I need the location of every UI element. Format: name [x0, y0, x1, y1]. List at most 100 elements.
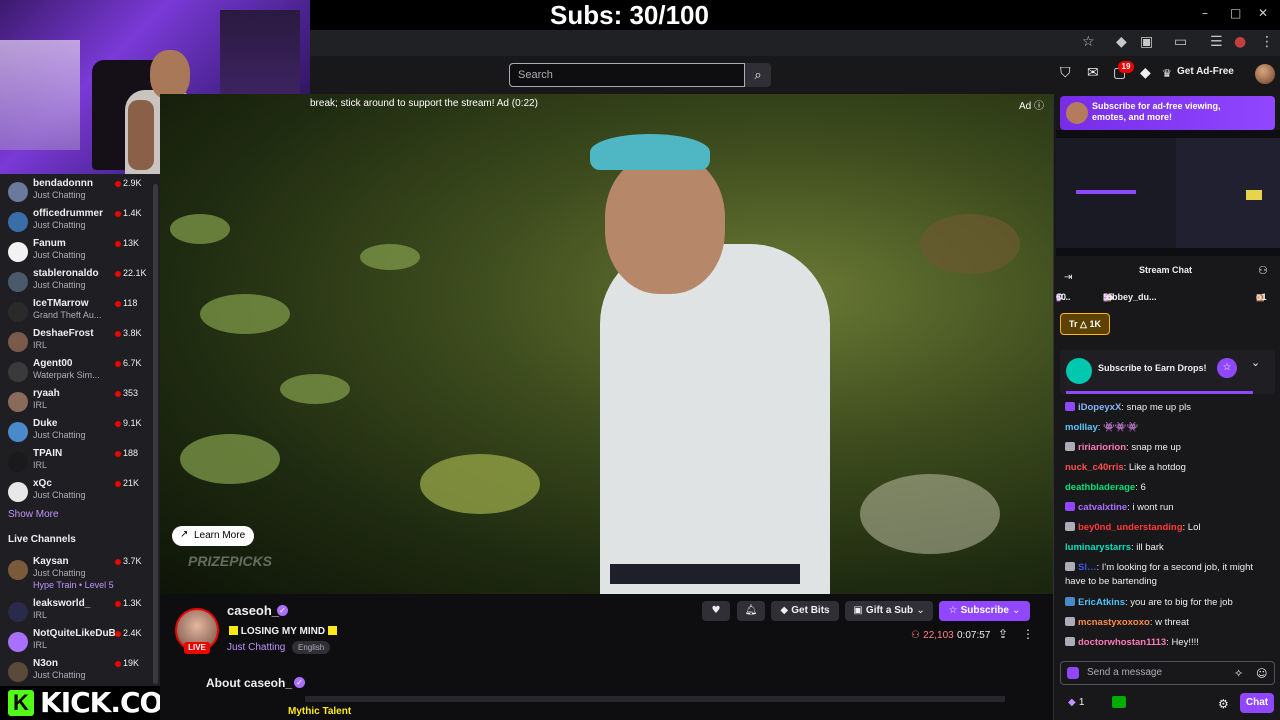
- drops-banner[interactable]: Subscribe to Earn Drops! ☆ ⌄: [1060, 350, 1275, 394]
- chat-username[interactable]: iDopeyxX: [1078, 402, 1121, 413]
- chat-message: luminarystarrs: ill bark: [1065, 541, 1275, 555]
- media-icon[interactable]: ▭: [1174, 34, 1187, 50]
- gift-sub-button[interactable]: ▣ Gift a Sub ⌄: [845, 601, 933, 621]
- bits-icon[interactable]: [1067, 667, 1079, 679]
- kick-logo: K: [8, 690, 34, 716]
- learn-more-button[interactable]: ↗ Learn More: [172, 526, 254, 546]
- gift-icon[interactable]: [1112, 696, 1126, 708]
- emote-picker-icon[interactable]: ✧: [1234, 667, 1243, 680]
- chat-text: : snap me up: [1126, 442, 1181, 453]
- star-icon[interactable]: ☆: [1217, 358, 1237, 378]
- chat-message: molllay: 👾👾👾: [1065, 421, 1275, 435]
- live-dot: [115, 481, 121, 487]
- chat-username[interactable]: bey0nd_understanding: [1078, 522, 1183, 533]
- extension-icon[interactable]: ◆: [1116, 34, 1127, 50]
- subscribe-button[interactable]: ☆ Subscribe ⌄: [939, 601, 1030, 621]
- live-channel[interactable]: NotQuiteLikeDuB IRL 2.4K: [6, 628, 146, 658]
- collapse-chat-icon[interactable]: ⇥: [1064, 272, 1072, 283]
- get-ad-free-button[interactable]: Get Ad-Free: [1177, 66, 1234, 77]
- chevron-down-icon: ⌄: [913, 605, 925, 616]
- channel-avatar: [8, 212, 28, 232]
- prime-icon[interactable]: ⛉: [1060, 65, 1071, 81]
- share-icon[interactable]: ⇪: [998, 627, 1008, 641]
- notification-bell-button[interactable]: 🔔︎: [737, 601, 765, 621]
- chat-username[interactable]: ririariorion: [1078, 442, 1126, 453]
- reading-list-icon[interactable]: ☰: [1210, 34, 1223, 50]
- sidebar-channel[interactable]: stableronaldo Just Chatting 22.1K: [6, 268, 147, 298]
- inbox-icon[interactable]: ✉: [1087, 65, 1099, 81]
- live-channel[interactable]: N3on Just Chatting 19K: [6, 658, 146, 688]
- chat-text: : 6: [1135, 482, 1146, 493]
- user-badge-icon: [1065, 402, 1075, 411]
- chat-username[interactable]: nuck_c40rris: [1065, 462, 1124, 473]
- live-channel[interactable]: Kaysan Just Chatting Hype Train • Level 5 3…: [6, 556, 146, 590]
- search-button[interactable]: ⌕: [745, 63, 771, 87]
- live-dot: [115, 601, 121, 607]
- maximize-button[interactable]: □: [1230, 6, 1241, 20]
- channel-category: IRL: [33, 340, 48, 350]
- sidebar-channel[interactable]: Agent00 Waterpark Sim... 6.7K: [6, 358, 146, 388]
- sidebar-channel[interactable]: TPAIN IRL 188: [6, 448, 146, 478]
- viewer-count: 2.9K: [123, 178, 142, 188]
- sponsor-logo: PRIZEPICKS: [188, 553, 273, 569]
- viewer-count: 1.4K: [123, 208, 142, 218]
- show-more-link[interactable]: Show More: [8, 509, 59, 520]
- get-bits-button[interactable]: ◆ Get Bits: [771, 601, 839, 621]
- search-input[interactable]: Search: [509, 63, 745, 87]
- points-value: 1: [1078, 697, 1085, 708]
- chat-username[interactable]: mcnastyxoxoxo: [1078, 617, 1150, 628]
- live-channel[interactable]: leaksworld_ IRL 1.3K: [6, 598, 146, 628]
- live-channels-heading: Live Channels: [8, 534, 76, 545]
- chat-username[interactable]: molllay: [1065, 422, 1098, 433]
- gear-icon[interactable]: ⚙: [1218, 697, 1229, 711]
- chat-username[interactable]: luminarystarrs: [1065, 542, 1131, 553]
- smiley-icon[interactable]: ☺: [1256, 667, 1267, 680]
- video-player[interactable]: [160, 94, 1053, 594]
- sidebar-channel[interactable]: IceTMarrow Grand Theft Au... 118: [6, 298, 146, 328]
- twitch-top-nav: [310, 56, 1280, 94]
- channel-name[interactable]: caseoh_: [227, 603, 279, 618]
- stream-category[interactable]: Just Chatting: [227, 642, 285, 653]
- sidebar-channel[interactable]: officedrummer Just Chatting 1.4K: [6, 208, 146, 238]
- chevron-down-icon[interactable]: ⌄: [1251, 356, 1260, 369]
- chat-send-button[interactable]: Chat: [1240, 693, 1274, 713]
- stream-preview-thumbnail: [1056, 130, 1280, 256]
- star-icon[interactable]: ☆: [1082, 34, 1095, 50]
- viewer-count: 188: [123, 448, 139, 458]
- notification-badge: 19: [1118, 61, 1134, 73]
- user-avatar[interactable]: [1255, 64, 1275, 84]
- minimize-button[interactable]: –: [1202, 6, 1208, 20]
- subs-goal: Subs: 30/100: [550, 0, 709, 30]
- sidebar-channel[interactable]: ryaah IRL 353: [6, 388, 146, 418]
- channel-points[interactable]: ◆ 1: [1068, 697, 1084, 708]
- ad-label: Ad ⓘ: [1019, 101, 1045, 112]
- sidebar-channel[interactable]: Duke Just Chatting 9.1K: [6, 418, 146, 448]
- puzzle-icon[interactable]: ▣: [1140, 34, 1153, 50]
- sidebar-channel[interactable]: Fanum Just Chatting 13K: [6, 238, 146, 268]
- channel-avatar: [8, 362, 28, 382]
- viewer-count: ⚇ 22,103: [911, 630, 954, 641]
- hype-train-badge[interactable]: Tr △ 1K: [1060, 313, 1110, 335]
- close-button[interactable]: ✕: [1258, 6, 1268, 20]
- bits-icon[interactable]: ◆: [1140, 65, 1151, 81]
- chat-username[interactable]: deathbladerage: [1065, 482, 1135, 493]
- sidebar-scrollbar[interactable]: [153, 184, 158, 684]
- chat-username[interactable]: EricAtkins: [1078, 597, 1125, 608]
- subscribe-ad-free-banner[interactable]: Subscribe for ad-free viewing, emotes, a…: [1060, 96, 1275, 130]
- sidebar-channel[interactable]: bendadonnn Just Chatting 2.9K: [6, 178, 146, 208]
- viewer-count: 6.7K: [123, 358, 142, 368]
- verified-icon: ✓: [277, 605, 288, 616]
- profile-icon[interactable]: ●: [1234, 34, 1246, 50]
- chat-username[interactable]: Sl…: [1078, 562, 1096, 573]
- more-options-icon[interactable]: ⋮: [1022, 627, 1034, 641]
- sidebar-channel[interactable]: xQc Just Chatting 21K: [6, 478, 146, 508]
- chat-text: : snap me up pls: [1121, 402, 1192, 413]
- menu-icon[interactable]: ⋮: [1260, 34, 1274, 50]
- sidebar-channel[interactable]: DeshaeFrost IRL 3.8K: [6, 328, 146, 358]
- community-icon[interactable]: ⚇: [1258, 264, 1268, 277]
- chat-username[interactable]: catvalxtine: [1078, 502, 1127, 513]
- chat-message: ririariorion: snap me up: [1065, 441, 1275, 455]
- follow-button[interactable]: ♥: [702, 601, 730, 621]
- chat-username[interactable]: doctorwhostan1113: [1078, 637, 1166, 648]
- language-tag[interactable]: English: [292, 641, 331, 654]
